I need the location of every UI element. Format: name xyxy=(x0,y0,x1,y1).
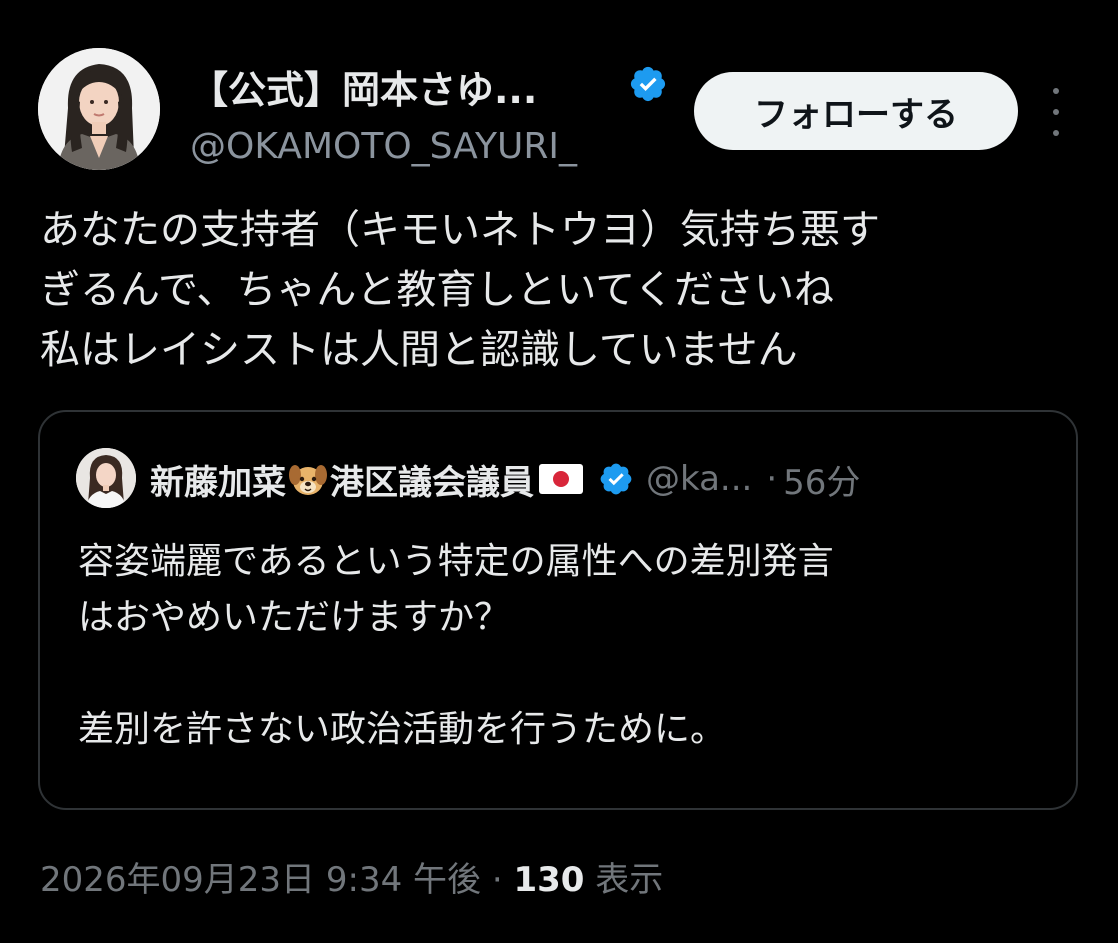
more-options-icon[interactable] xyxy=(1044,88,1068,136)
quoted-tweet-header: 新藤加菜 港区議会議員 @ka... · 56分 xyxy=(150,455,860,504)
tweet-text-line: 私はレイシストは人間と認識していません xyxy=(40,327,798,373)
views-count[interactable]: 130 xyxy=(513,860,584,900)
quoted-author-avatar[interactable] xyxy=(76,448,136,508)
author-name[interactable]: 【公式】岡本さゆ... xyxy=(190,68,537,112)
dog-face-emoji-icon xyxy=(289,465,327,495)
quoted-tweet-card[interactable]: 新藤加菜 港区議会議員 @ka... · 56分 容姿端麗であるという特定の属性… xyxy=(38,410,1078,810)
quoted-author-handle[interactable]: @ka... xyxy=(646,459,752,499)
quoted-author-name-part[interactable]: 新藤加菜 xyxy=(150,455,286,504)
author-avatar[interactable] xyxy=(38,48,160,170)
tweet-text: あなたの支持者（キモいネトウヨ）気持ち悪す ぎるんで、ちゃんと教育しといてくださ… xyxy=(40,200,1090,380)
tweet-timestamp[interactable]: 2026年09月23日 9:34 午後 xyxy=(40,860,481,900)
quoted-text-line: 容姿端麗であるという特定の属性への差別発言 xyxy=(78,541,834,582)
quoted-tweet-text: 容姿端麗であるという特定の属性への差別発言 はおやめいただけますか？ 差別を許さ… xyxy=(78,534,1068,758)
quoted-text-line: はおやめいただけますか？ xyxy=(78,597,511,638)
quoted-text-line xyxy=(78,646,1068,702)
quoted-author-name-part[interactable]: 港区議会議員 xyxy=(330,455,534,504)
separator-dot: · xyxy=(766,459,778,499)
author-handle[interactable]: @OKAMOTO_SAYURI_ xyxy=(190,126,577,168)
tweet-page: 【公式】岡本さゆ... @OKAMOTO_SAYURI_ フォローする あなたの… xyxy=(0,0,1118,943)
tweet-text-line: ぎるんで、ちゃんと教育しといてくださいね xyxy=(40,267,834,313)
separator-dot: · xyxy=(491,860,503,900)
views-label: 表示 xyxy=(595,860,664,900)
verified-badge-icon xyxy=(600,463,632,495)
tweet-text-line: あなたの支持者（キモいネトウヨ）気持ち悪す xyxy=(40,207,880,253)
verified-badge-icon xyxy=(630,66,666,102)
quoted-text-line: 差別を許さない政治活動を行うために。 xyxy=(78,709,727,750)
tweet-meta: 2026年09月23日 9:34 午後 · 130 表示 xyxy=(40,858,663,902)
quoted-tweet-time[interactable]: 56分 xyxy=(783,455,860,504)
follow-button[interactable]: フォローする xyxy=(694,72,1018,150)
japan-flag-emoji-icon xyxy=(539,464,583,494)
